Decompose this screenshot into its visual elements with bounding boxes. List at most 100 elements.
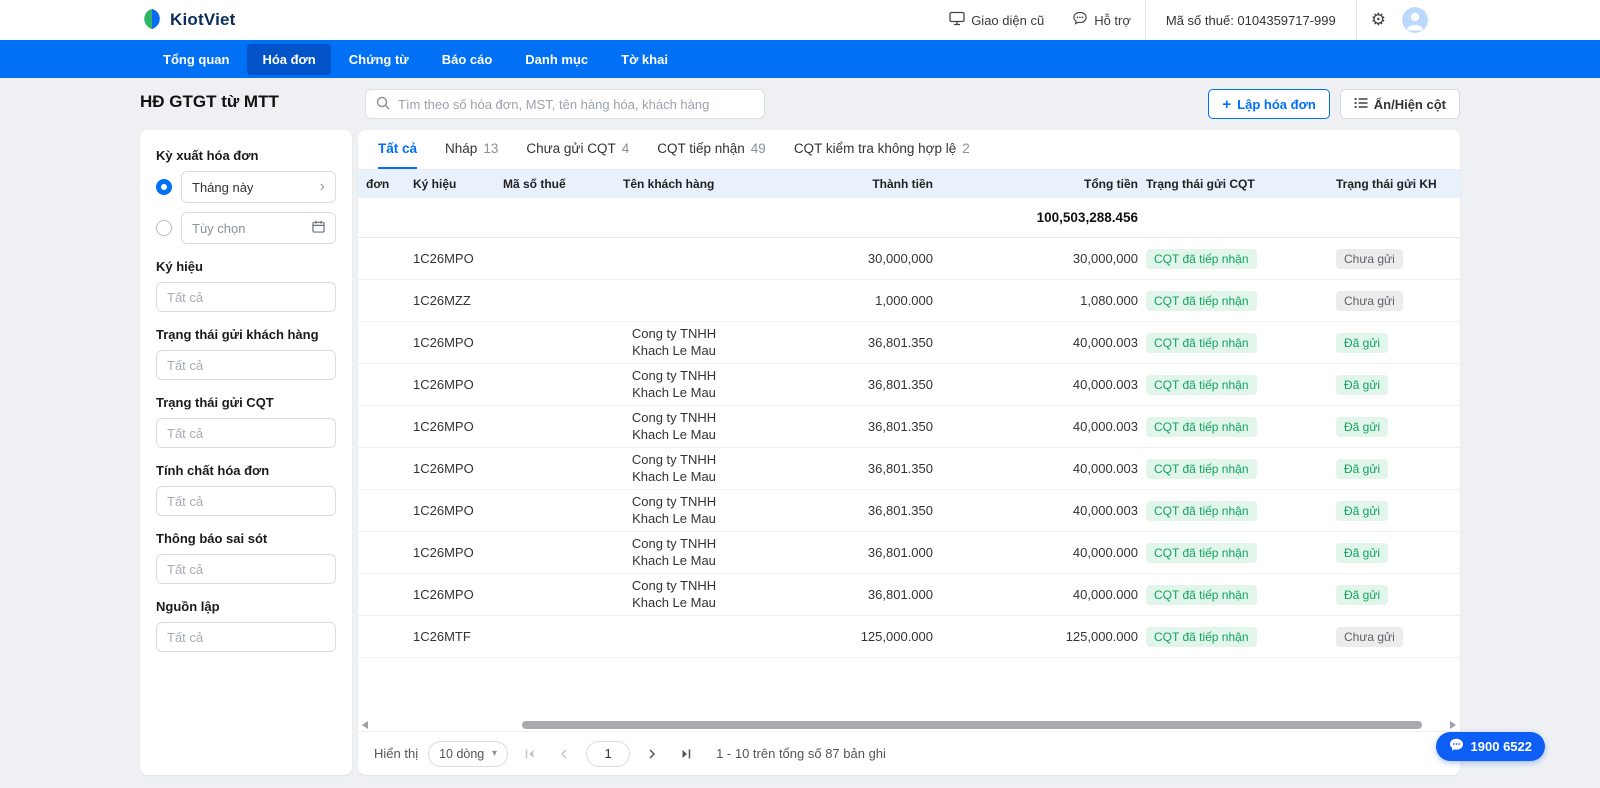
hotline-button[interactable]: 1900 6522 <box>1435 732 1545 761</box>
nav-item-to-khai[interactable]: Tờ khai <box>606 44 683 75</box>
prev-page-button[interactable] <box>552 742 576 766</box>
cell-trang-thai-gui-cqt: CQT đã tiếp nhận <box>1138 626 1328 647</box>
cell-ten-khach-hang: Cong ty TNHH Khach Le Mau <box>623 536 778 569</box>
filter-label-ky-hieu: Ký hiệu <box>156 259 203 274</box>
support-link[interactable]: Hỗ trợ <box>1058 11 1145 29</box>
cqt-status-badge: CQT đã tiếp nhận <box>1146 584 1257 605</box>
period-select-this-month[interactable]: Tháng này › <box>181 171 336 203</box>
create-invoice-button[interactable]: + Lập hóa đơn <box>1208 89 1330 119</box>
cqt-status-badge: CQT đã tiếp nhận <box>1146 458 1257 479</box>
avatar[interactable] <box>1402 7 1428 33</box>
table-row[interactable]: 1C26MPO Cong ty TNHH Khach Le Mau 36,801… <box>358 406 1460 448</box>
cell-ky-hieu: 1C26MPO <box>413 545 474 560</box>
period-option-this-month[interactable]: Tháng này › <box>156 171 336 203</box>
tab-label: Tất cả <box>378 141 418 156</box>
kh-status-badge: Đã gửi <box>1336 542 1389 563</box>
radio-unselected-icon[interactable] <box>156 220 172 236</box>
toggle-columns-button[interactable]: Ẩn/Hiện cột <box>1339 89 1460 119</box>
tab-cqt-tiep-nhan[interactable]: CQT tiếp nhận 49 <box>657 130 766 169</box>
col-ten-khach-hang[interactable]: Tên khách hàng <box>623 177 778 191</box>
nav-item-danh-muc[interactable]: Danh mục <box>510 44 603 75</box>
cell-tong-tien: 40,000.003 <box>1072 377 1138 392</box>
filter-input-ky-hieu[interactable] <box>156 282 336 312</box>
cell-ky-hieu: 1C26MPO <box>413 503 474 518</box>
col-tong-tien[interactable]: Tổng tiền <box>933 177 1138 191</box>
kh-status-badge: Đã gửi <box>1336 374 1389 395</box>
page-number-input[interactable] <box>586 740 631 767</box>
tab-nhap[interactable]: Nháp 13 <box>445 130 498 169</box>
filter-input-thong-bao-sai-sot[interactable] <box>156 554 336 584</box>
cell-trang-thai-gui-kh: Chưa gửi <box>1328 248 1460 269</box>
filter-input-trang-thai-gui-cqt[interactable] <box>156 418 336 448</box>
cqt-status-badge: CQT đã tiếp nhận <box>1146 500 1257 521</box>
table-row[interactable]: 1C26MZZ 1,000.000 1,080.000 CQT đã tiếp … <box>358 280 1460 322</box>
old-interface-label: Giao diện cũ <box>971 12 1045 28</box>
table-row[interactable]: 1C26MPO 30,000,000 30,000,000 CQT đã tiế… <box>358 238 1460 280</box>
table-row[interactable]: 1C26MPO Cong ty TNHH Khach Le Mau 36,801… <box>358 574 1460 616</box>
columns-icon <box>1354 97 1368 112</box>
period-option-custom[interactable]: Tùy chọn <box>156 212 336 244</box>
table-row[interactable]: 1C26MPO Cong ty TNHH Khach Le Mau 36,801… <box>358 322 1460 364</box>
tab-tat-ca[interactable]: Tất cả <box>378 130 418 169</box>
search-input[interactable] <box>398 96 754 112</box>
tab-label: CQT tiếp nhận <box>657 141 745 156</box>
kiotviet-logo-icon <box>140 7 164 34</box>
col-so-hoa-don[interactable]: đơn <box>358 177 413 191</box>
nav-item-chung-tu[interactable]: Chứng từ <box>334 44 424 75</box>
cell-tong-tien: 125,000.000 <box>1065 629 1138 644</box>
period-select-custom[interactable]: Tùy chọn <box>181 212 336 244</box>
customer-name: Cong ty TNHH Khach Le Mau <box>631 536 717 568</box>
hotline-chat-icon <box>1449 738 1464 755</box>
table-row[interactable]: 1C26MPO Cong ty TNHH Khach Le Mau 36,801… <box>358 532 1460 574</box>
radio-selected-icon[interactable] <box>156 179 172 195</box>
col-ky-hieu[interactable]: Ký hiệu <box>413 177 503 191</box>
old-interface-link[interactable]: Giao diện cũ <box>935 11 1058 29</box>
page-size-select[interactable]: 10 dòng ▾ <box>428 740 509 767</box>
filter-input-tinh-chat[interactable] <box>156 486 336 516</box>
filter-input-nguon-lap[interactable] <box>156 622 336 652</box>
tab-count: 4 <box>621 141 630 156</box>
table-row[interactable]: 1C26MPO Cong ty TNHH Khach Le Mau 36,801… <box>358 490 1460 532</box>
last-page-button[interactable] <box>674 742 698 766</box>
page-actions: + Lập hóa đơn Ẩn/Hiện cột <box>1208 89 1460 119</box>
filter-label-nguon-lap: Nguồn lập <box>156 599 220 614</box>
kh-status-badge: Đã gửi <box>1336 584 1389 605</box>
nav-item-bao-cao[interactable]: Báo cáo <box>427 44 508 75</box>
tab-cqt-kiem-tra-khong-hop-le[interactable]: CQT kiểm tra không hợp lệ 2 <box>794 130 970 169</box>
col-trang-thai-gui-cqt[interactable]: Trạng thái gửi CQT <box>1138 177 1328 191</box>
scroll-left-arrow-icon[interactable] <box>362 721 368 729</box>
scroll-right-arrow-icon[interactable] <box>1450 721 1456 729</box>
nav-item-tong-quan[interactable]: Tổng quan <box>148 44 244 75</box>
col-ma-so-thue[interactable]: Mã số thuế <box>503 177 623 191</box>
tab-count: 2 <box>962 141 970 156</box>
cell-ky-hieu: 1C26MPO <box>413 251 474 266</box>
next-page-button[interactable] <box>640 742 664 766</box>
tab-count: 13 <box>483 141 499 156</box>
cqt-status-badge: CQT đã tiếp nhận <box>1146 542 1257 563</box>
cell-tong-tien: 40,000.003 <box>1072 461 1138 476</box>
cell-ky-hieu: 1C26MTF <box>413 629 471 644</box>
col-thanh-tien[interactable]: Thành tiền <box>778 177 933 191</box>
cell-trang-thai-gui-kh: Đã gửi <box>1328 416 1460 437</box>
horizontal-scrollbar[interactable] <box>362 719 1456 731</box>
nav-item-hoa-don[interactable]: Hóa đơn <box>247 43 331 75</box>
cell-trang-thai-gui-kh: Đã gửi <box>1328 500 1460 521</box>
table-row[interactable]: 1C26MTF 125,000.000 125,000.000 CQT đã t… <box>358 616 1460 658</box>
monitor-icon <box>949 11 965 29</box>
brand-logo[interactable]: KiotViet <box>140 7 236 34</box>
table-row[interactable]: 1C26MPO Cong ty TNHH Khach Le Mau 36,801… <box>358 448 1460 490</box>
table-row[interactable]: 1C26MPO Cong ty TNHH Khach Le Mau 36,801… <box>358 364 1460 406</box>
first-page-button[interactable] <box>518 742 542 766</box>
customer-name: Cong ty TNHH Khach Le Mau <box>631 410 717 442</box>
tab-chua-gui-cqt[interactable]: Chưa gửi CQT 4 <box>526 130 629 169</box>
cell-thanh-tien: 36,801.350 <box>867 503 933 518</box>
tab-label: Nháp <box>445 141 478 156</box>
filter-input-trang-thai-gui-kh[interactable] <box>156 350 336 380</box>
main-nav: Tổng quan Hóa đơn Chứng từ Báo cáo Danh … <box>0 40 1600 78</box>
scrollbar-thumb[interactable] <box>522 721 1422 729</box>
gear-icon[interactable]: ⚙ <box>1357 10 1400 30</box>
col-trang-thai-gui-kh[interactable]: Trạng thái gửi KH <box>1328 177 1460 191</box>
search-bar[interactable] <box>365 89 765 119</box>
table-header: đơn Ký hiệu Mã số thuế Tên khách hàng Th… <box>358 170 1460 198</box>
cell-thanh-tien: 36,801.350 <box>867 419 933 434</box>
